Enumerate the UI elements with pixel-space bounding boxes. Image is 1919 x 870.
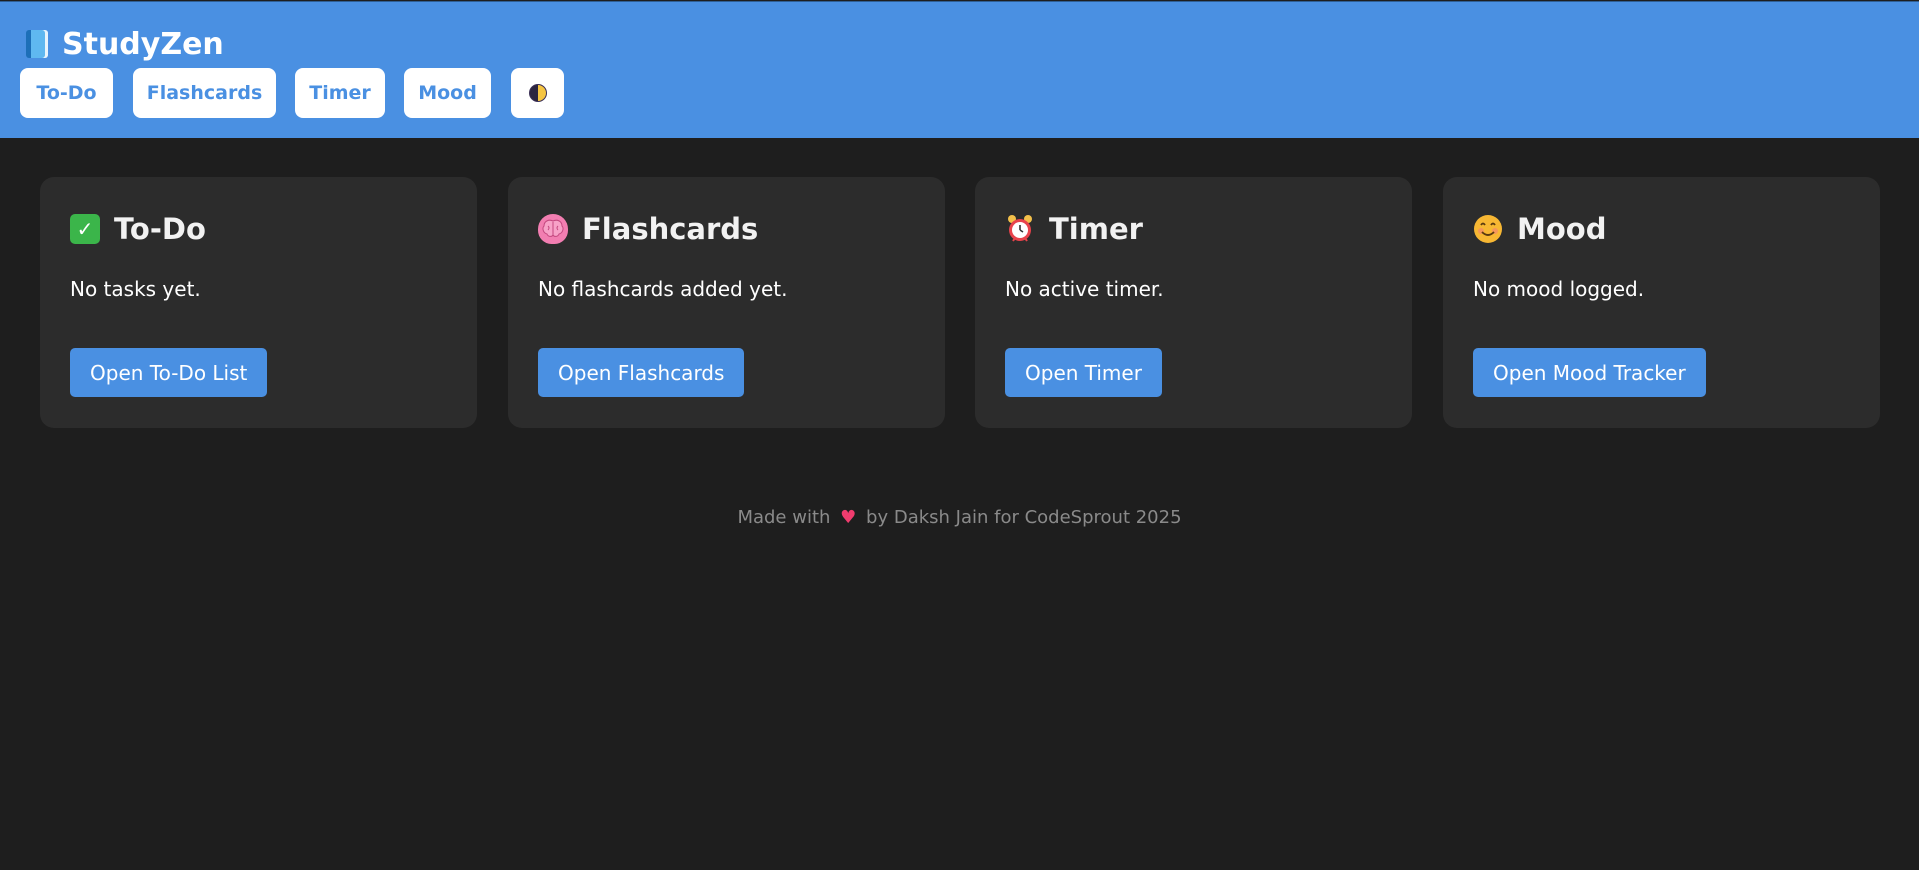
- flashcards-card: Flashcards No flashcards added yet. Open…: [508, 177, 945, 428]
- todo-card-title: To-Do: [114, 212, 206, 246]
- todo-card: ✓ To-Do No tasks yet. Open To-Do List: [40, 177, 477, 428]
- mood-card: Mood No mood logged. Open Mood Tracker: [1443, 177, 1880, 428]
- footer-suffix: by Daksh Jain for CodeSprout 2025: [866, 507, 1182, 528]
- card-title: Flashcards: [538, 209, 758, 249]
- app-brand: StudyZen: [26, 24, 224, 64]
- nav-todo-button[interactable]: To-Do: [20, 68, 113, 118]
- brain-icon: [538, 214, 568, 244]
- app-title: StudyZen: [62, 26, 224, 62]
- half-moon-icon: [528, 84, 547, 102]
- app-header: StudyZen To-Do Flashcards Timer Mood: [0, 1, 1919, 138]
- footer: Made with ♥ by Daksh Jain for CodeSprout…: [0, 507, 1919, 528]
- timer-card: Timer No active timer. Open Timer: [975, 177, 1412, 428]
- nav-timer-button[interactable]: Timer: [295, 68, 385, 118]
- theme-toggle-button[interactable]: [511, 68, 564, 118]
- smile-icon: [1473, 214, 1503, 244]
- nav-flashcards-button[interactable]: Flashcards: [133, 68, 276, 118]
- card-title: Mood: [1473, 209, 1606, 249]
- open-mood-tracker-button[interactable]: Open Mood Tracker: [1473, 348, 1706, 397]
- nav-mood-button[interactable]: Mood: [404, 68, 491, 118]
- timer-card-text: No active timer.: [1005, 277, 1164, 301]
- book-icon: [26, 30, 48, 58]
- alarm-clock-icon: [1005, 214, 1035, 244]
- todo-card-text: No tasks yet.: [70, 277, 201, 301]
- card-title: Timer: [1005, 209, 1143, 249]
- check-icon: ✓: [70, 214, 100, 244]
- footer-prefix: Made with: [737, 507, 831, 528]
- flashcards-card-text: No flashcards added yet.: [538, 277, 788, 301]
- card-title: ✓ To-Do: [70, 209, 206, 249]
- flashcards-card-title: Flashcards: [582, 212, 759, 246]
- open-timer-button[interactable]: Open Timer: [1005, 348, 1162, 397]
- timer-card-title: Timer: [1049, 212, 1143, 246]
- mood-card-title: Mood: [1517, 212, 1607, 246]
- heart-icon: ♥: [840, 507, 857, 528]
- open-todo-button[interactable]: Open To-Do List: [70, 348, 268, 397]
- open-flashcards-button[interactable]: Open Flashcards: [538, 348, 745, 397]
- mood-card-text: No mood logged.: [1473, 277, 1645, 301]
